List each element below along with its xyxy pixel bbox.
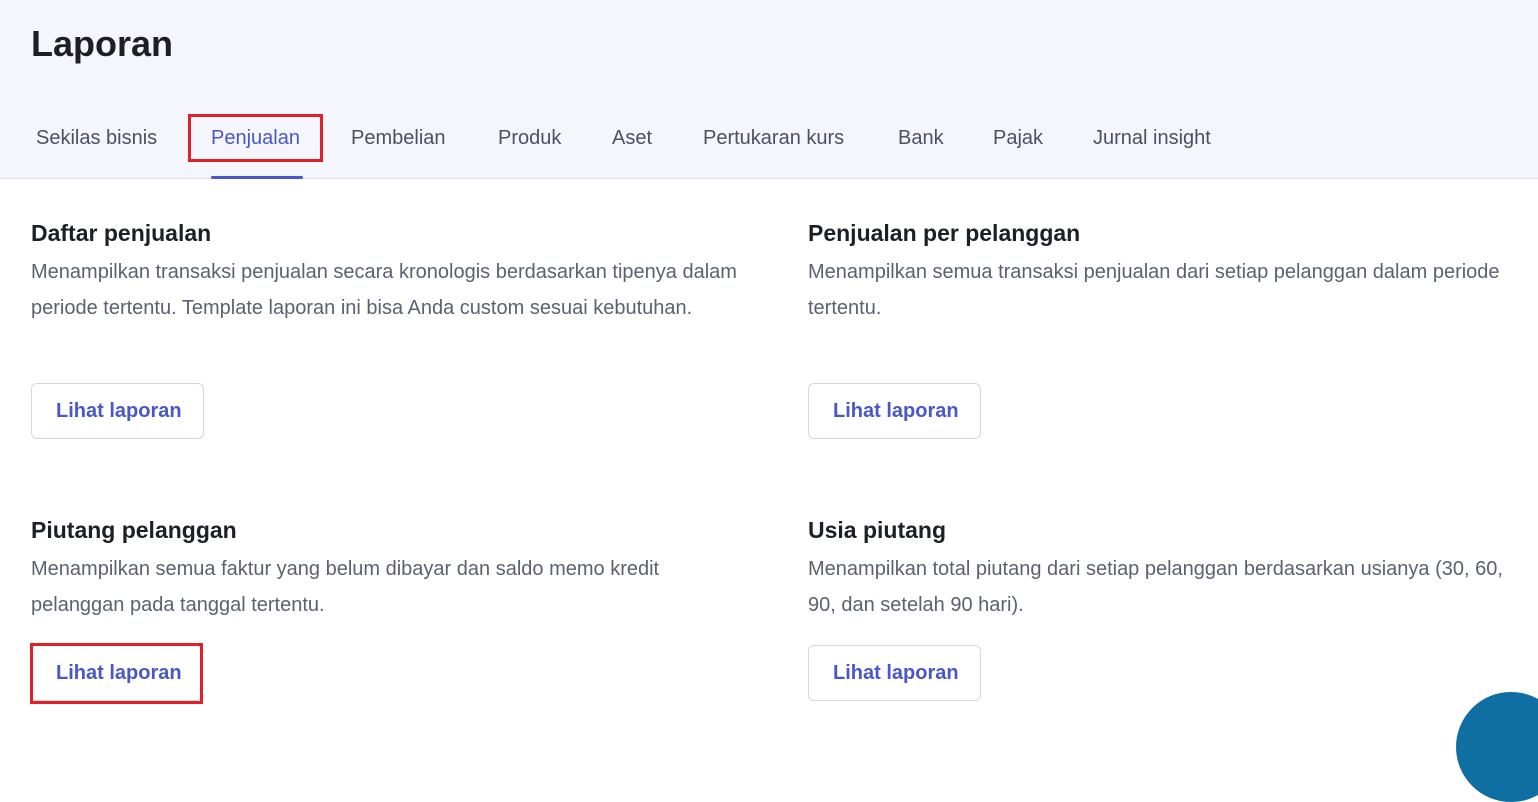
report-description: Menampilkan total piutang dari setiap pe… <box>808 558 1503 616</box>
view-report-button-daftar-penjualan[interactable]: Lihat laporan <box>31 383 204 439</box>
report-description: Menampilkan semua transaksi penjualan da… <box>808 261 1500 319</box>
tab-pajak[interactable]: Pajak <box>993 124 1043 152</box>
report-title: Piutang pelanggan <box>31 517 237 543</box>
tab-sekilas-bisnis[interactable]: Sekilas bisnis <box>36 124 157 152</box>
tab-aset[interactable]: Aset <box>612 124 652 152</box>
report-card-daftar-penjualan: Daftar penjualan Menampilkan transaksi p… <box>31 218 751 326</box>
report-title: Penjualan per pelanggan <box>808 220 1081 246</box>
report-title: Usia piutang <box>808 517 947 543</box>
report-description: Menampilkan semua faktur yang belum diba… <box>31 558 660 616</box>
view-report-button-usia-piutang[interactable]: Lihat laporan <box>808 645 981 701</box>
page-header: Laporan Sekilas bisnis Penjualan Pembeli… <box>0 0 1538 179</box>
tab-pembelian[interactable]: Pembelian <box>351 124 446 152</box>
tab-produk[interactable]: Produk <box>498 124 561 152</box>
view-report-button-piutang-pelanggan[interactable]: Lihat laporan <box>31 645 202 701</box>
report-card-piutang-pelanggan: Piutang pelanggan Menampilkan semua fakt… <box>31 515 751 623</box>
report-card-usia-piutang: Usia piutang Menampilkan total piutang d… <box>808 515 1528 623</box>
tab-jurnal-insight[interactable]: Jurnal insight <box>1093 124 1211 152</box>
tab-penjualan[interactable]: Penjualan <box>211 124 300 152</box>
report-title: Daftar penjualan <box>31 220 212 246</box>
report-card-penjualan-per-pelanggan: Penjualan per pelanggan Menampilkan semu… <box>808 218 1528 326</box>
tab-pertukaran-kurs[interactable]: Pertukaran kurs <box>703 124 844 152</box>
page-title: Laporan <box>31 23 174 64</box>
active-tab-indicator <box>211 176 303 179</box>
help-chat-button[interactable] <box>1456 692 1538 802</box>
report-tabs: Sekilas bisnis Penjualan Pembelian Produ… <box>0 100 1538 179</box>
tab-bank[interactable]: Bank <box>898 124 944 152</box>
view-report-button-penjualan-per-pelanggan[interactable]: Lihat laporan <box>808 383 981 439</box>
report-description: Menampilkan transaksi penjualan secara k… <box>31 261 737 319</box>
